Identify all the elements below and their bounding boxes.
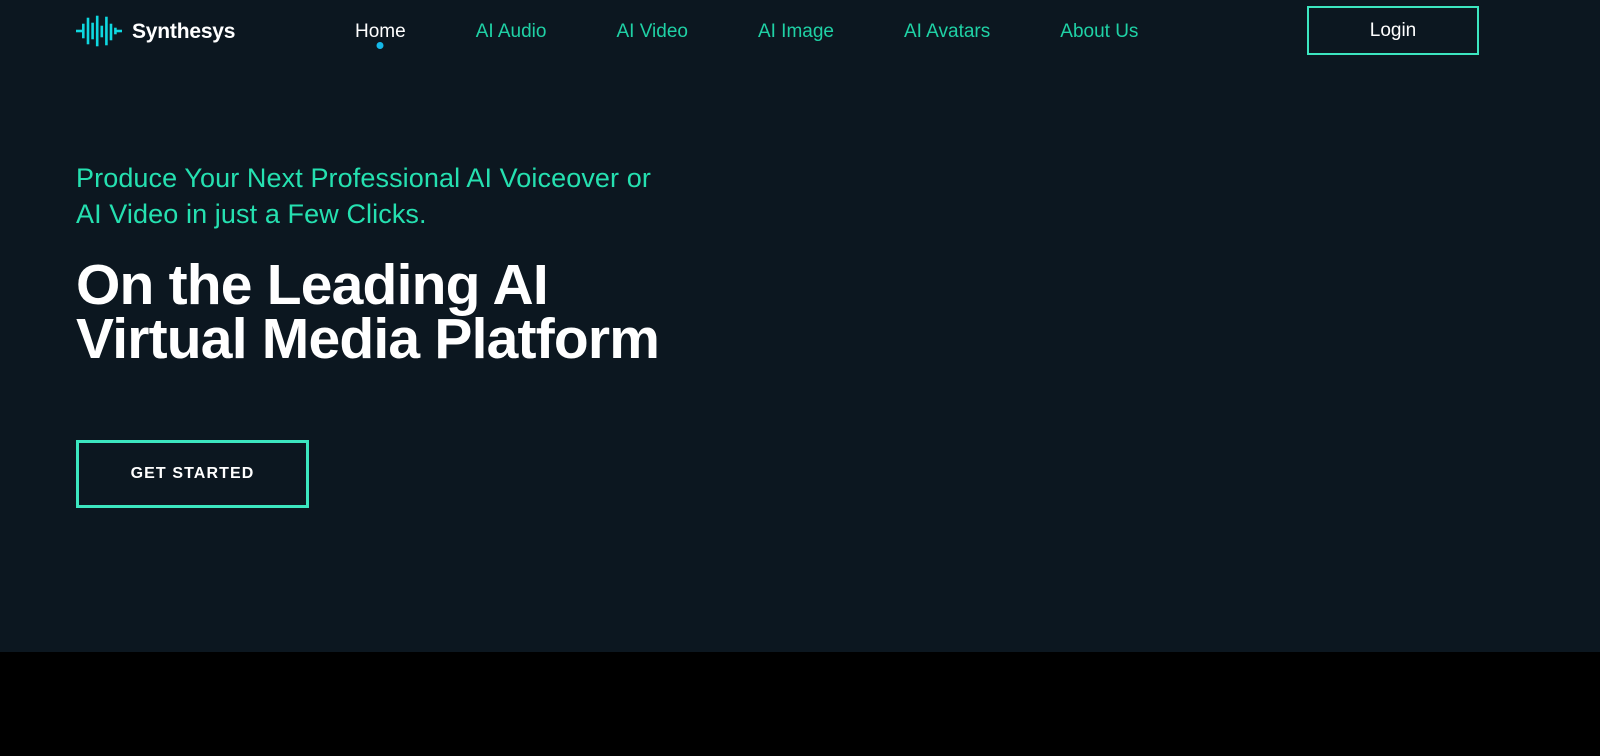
nav-item-label: About Us <box>1060 20 1139 42</box>
brand-name: Synthesys <box>132 19 236 43</box>
hero-subtitle: Produce Your Next Professional AI Voiceo… <box>76 160 836 232</box>
hero-title: On the Leading AI Virtual Media Platform <box>76 253 836 371</box>
hero-subtitle-line-2: AI Video in just a Few Clicks. <box>76 199 427 229</box>
brand-logo[interactable]: Synthesys <box>76 13 235 49</box>
nav-item-label: AI Avatars <box>904 20 991 42</box>
nav-item-label: AI Audio <box>475 20 547 42</box>
nav-item-home[interactable]: Home <box>355 0 406 62</box>
site-header: Synthesys Home AI Audio AI Video AI Imag… <box>0 0 1600 62</box>
page-root: Synthesys Home AI Audio AI Video AI Imag… <box>0 0 1600 756</box>
get-started-button-label: GET STARTED <box>130 465 255 482</box>
nav-item-label: Home <box>355 20 406 42</box>
active-nav-dot-icon <box>376 42 384 49</box>
nav-item-ai-avatars[interactable]: AI Avatars <box>904 0 990 62</box>
main-navigation: Home AI Audio AI Video AI Image AI Avata… <box>355 0 1138 62</box>
nav-item-ai-image[interactable]: AI Image <box>758 0 834 62</box>
hero-content: Produce Your Next Professional AI Voiceo… <box>76 160 836 371</box>
get-started-button[interactable]: GET STARTED <box>76 440 309 508</box>
nav-item-ai-video[interactable]: AI Video <box>616 0 687 62</box>
login-button-label: Login <box>1369 20 1417 41</box>
hero-subtitle-line-1: Produce Your Next Professional AI Voiceo… <box>76 163 651 193</box>
nav-item-about-us[interactable]: About Us <box>1060 0 1138 62</box>
nav-item-label: AI Video <box>616 20 688 42</box>
hero-title-line-1: On the Leading AI <box>76 253 549 317</box>
hero-title-line-2: Virtual Media Platform <box>76 307 660 371</box>
audio-waveform-icon <box>76 15 122 47</box>
below-fold-band <box>0 652 1600 756</box>
nav-item-ai-audio[interactable]: AI Audio <box>476 0 547 62</box>
nav-item-label: AI Image <box>757 20 834 42</box>
login-button[interactable]: Login <box>1307 6 1479 55</box>
